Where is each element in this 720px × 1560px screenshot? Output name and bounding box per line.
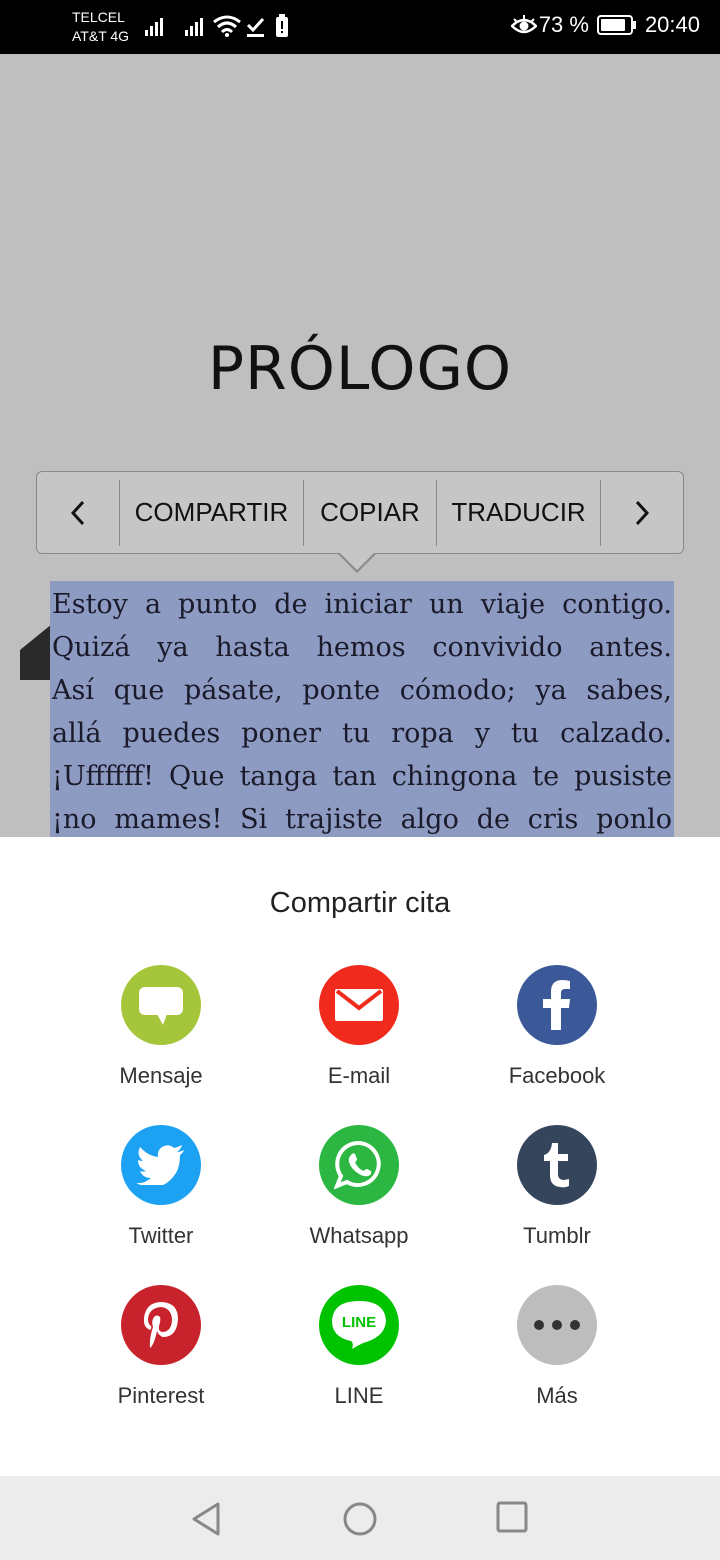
wifi-icon <box>213 15 241 37</box>
signal-icon-2 <box>185 18 203 36</box>
battery-alert-icon <box>276 14 288 37</box>
carrier-2: AT&T 4G <box>72 28 130 44</box>
svg-text:LINE: LINE <box>342 1314 376 1331</box>
share-option-twitter[interactable]: Twitter <box>61 1125 261 1249</box>
signal-icon <box>145 18 163 36</box>
share-option-facebook[interactable]: Facebook <box>457 965 657 1089</box>
email-icon <box>319 965 399 1045</box>
share-button[interactable]: COMPARTIR <box>120 472 303 553</box>
quote-line: Estoy a punto de iniciar un viaje contig… <box>52 589 672 620</box>
selection-start-handle[interactable] <box>20 624 52 680</box>
selection-toolbar: COMPARTIR COPIAR TRADUCIR <box>36 471 684 554</box>
carrier-1: TELCEL <box>72 9 125 25</box>
share-option-line[interactable]: LINE LINE <box>259 1285 459 1409</box>
share-label: LINE <box>334 1383 384 1408</box>
toolbar-next-button[interactable] <box>601 472 683 553</box>
status-right: 73 % 20:40 <box>510 12 700 38</box>
chevron-left-icon <box>70 500 84 525</box>
facebook-icon <box>517 965 597 1045</box>
tumblr-icon <box>517 1125 597 1205</box>
share-label: Pinterest <box>117 1383 205 1408</box>
eye-comfort-icon <box>510 15 537 34</box>
share-label: Facebook <box>508 1063 606 1088</box>
book-reader[interactable]: PRÓLOGO COMPARTIR COPIAR TRADUCIR Estoy … <box>0 54 720 837</box>
line-icon: LINE <box>319 1285 399 1365</box>
toolbar-pointer-fill <box>339 552 375 570</box>
share-label: Whatsapp <box>309 1223 409 1248</box>
share-label: Tumblr <box>523 1223 591 1248</box>
share-label: Mensaje <box>119 1063 203 1088</box>
twitter-icon <box>121 1125 201 1205</box>
home-icon[interactable] <box>342 1501 378 1537</box>
carrier-info: TELCEL AT&T 4G <box>72 8 129 46</box>
translate-button[interactable]: TRADUCIR <box>437 472 601 553</box>
share-option-email[interactable]: E-mail <box>259 965 459 1089</box>
chevron-right-icon <box>636 500 650 525</box>
share-label: E-mail <box>327 1063 391 1088</box>
chapter-title: PRÓLOGO <box>207 334 513 404</box>
share-option-pinterest[interactable]: Pinterest <box>61 1285 261 1409</box>
recent-apps-icon[interactable] <box>496 1501 528 1533</box>
copy-button[interactable]: COPIAR <box>304 472 436 553</box>
quote-line: allá puedes poner tu ropa y tu calzado. <box>52 718 672 749</box>
navigation-bar <box>0 1476 720 1560</box>
share-option-message[interactable]: Mensaje <box>61 965 261 1089</box>
message-icon <box>121 965 201 1045</box>
toolbar-prev-button[interactable] <box>37 472 119 553</box>
pinterest-icon <box>121 1285 201 1365</box>
share-label: Twitter <box>128 1223 194 1248</box>
status-bar: TELCEL AT&T 4G 73 % 20:40 <box>0 0 720 54</box>
share-option-tumblr[interactable]: Tumblr <box>457 1125 657 1249</box>
battery-icon <box>596 15 636 35</box>
back-icon[interactable] <box>190 1501 222 1537</box>
share-option-whatsapp[interactable]: Whatsapp <box>259 1125 459 1249</box>
quote-line: ¡Uffffff! Que tanga tan chingona te pusi… <box>52 761 672 792</box>
selected-quote[interactable]: Estoy a punto de iniciar un viaje contig… <box>50 581 674 837</box>
quote-line: Quizá ya hasta hemos convivido antes. <box>52 632 672 663</box>
quote-line: ¡no mames! Si trajiste algo de cris ponl… <box>52 804 672 835</box>
share-sheet: Compartir cita Mensaje E-mail Facebook T… <box>0 837 720 1476</box>
quote-line: Así que pásate, ponte cómodo; ya sabes, <box>52 675 672 706</box>
more-icon <box>517 1285 597 1365</box>
share-sheet-title: Compartir cita <box>269 887 451 919</box>
clock: 20:40 <box>644 12 700 37</box>
share-option-more[interactable]: Más <box>457 1285 657 1409</box>
whatsapp-icon <box>319 1125 399 1205</box>
share-label: Más <box>536 1383 578 1408</box>
battery-percent: 73 % <box>538 12 589 37</box>
download-complete-icon <box>246 17 265 37</box>
